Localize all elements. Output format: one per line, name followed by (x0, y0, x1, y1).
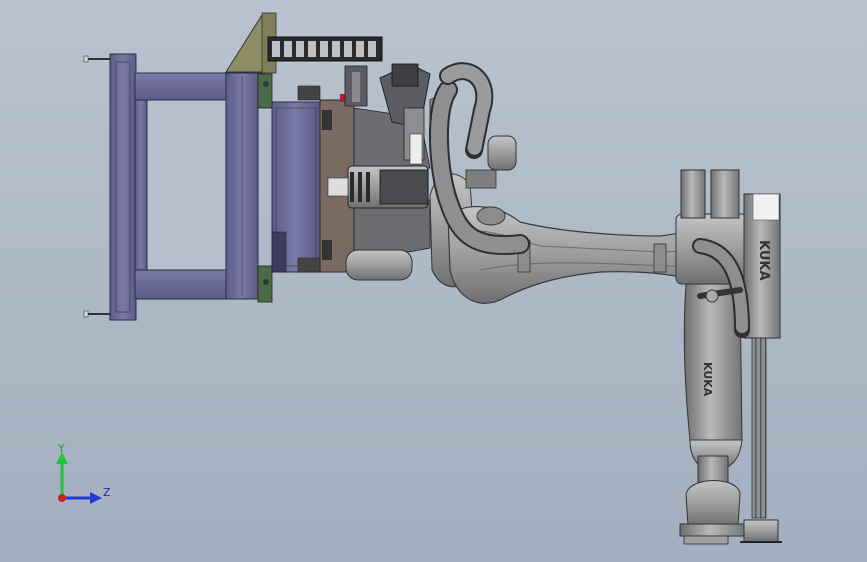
side-cable-conduit (751, 337, 767, 519)
y-axis-label: Y (58, 442, 65, 455)
origin-marker (58, 494, 66, 502)
kuka-logo-column: KUKA (701, 362, 714, 397)
cad-graphics-viewport[interactable]: KUKA KUKA Y Z (0, 0, 867, 562)
kuka-logo-arm: KUKA (756, 240, 771, 281)
robot-arm[interactable]: KUKA KUKA (429, 169, 782, 545)
z-axis-label: Z (103, 486, 111, 499)
axis-motor-2 (710, 169, 740, 219)
cable-drag-chain[interactable] (267, 36, 383, 62)
coordinate-triad: Y Z (52, 440, 122, 510)
robot-base[interactable] (685, 480, 741, 527)
gripper-mechanism[interactable] (297, 63, 449, 281)
axis-motor-1 (680, 169, 706, 219)
assembly-model[interactable]: KUKA KUKA (0, 0, 867, 562)
